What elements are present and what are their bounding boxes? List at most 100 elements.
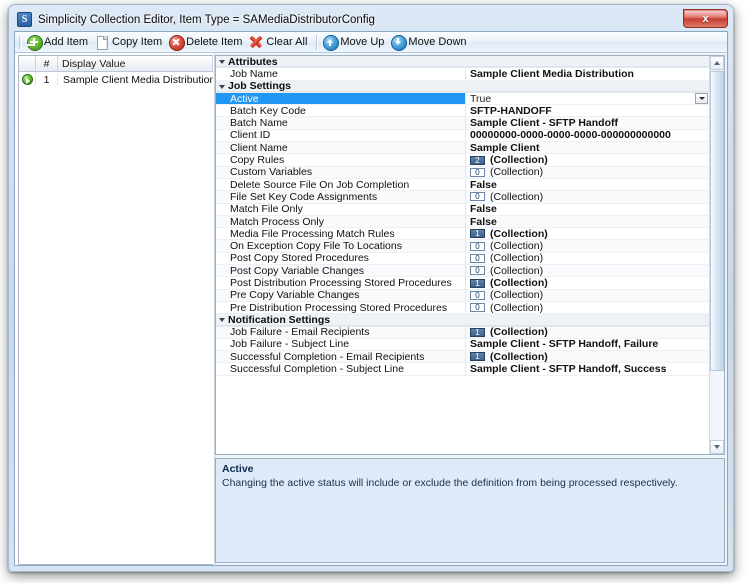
property-value[interactable]: False bbox=[466, 204, 709, 215]
property-value[interactable]: Sample Client bbox=[466, 142, 709, 153]
property-row[interactable]: Successful Completion - Subject Line Samp… bbox=[216, 363, 709, 376]
property-row[interactable]: Client Name Sample Client bbox=[216, 142, 709, 155]
property-value[interactable]: 0 (Collection) bbox=[466, 191, 709, 203]
clear-all-button[interactable]: Clear All bbox=[247, 33, 312, 52]
collection-value[interactable]: 1 (Collection) bbox=[470, 327, 548, 338]
move-up-button[interactable]: Move Up bbox=[321, 33, 389, 52]
property-row[interactable]: Match Process Only False bbox=[216, 215, 709, 229]
copy-item-button[interactable]: Copy Item bbox=[93, 33, 167, 52]
collection-value[interactable]: 0 (Collection) bbox=[470, 265, 543, 276]
property-value[interactable]: 0 (Collection) bbox=[466, 240, 709, 252]
property-value[interactable]: False bbox=[466, 179, 709, 190]
property-row[interactable]: Post Copy Variable Changes 0 (Collection) bbox=[216, 265, 709, 278]
property-row[interactable]: Active True bbox=[216, 92, 709, 106]
property-row[interactable]: Match File Only False bbox=[216, 203, 709, 216]
property-pane: Attributes Job Name Sample Client Media Di… bbox=[215, 53, 727, 565]
property-value[interactable]: Sample Client - SFTP Handoff, Success bbox=[466, 363, 709, 374]
property-row[interactable]: Client ID 00000000-0000-0000-0000-0000000… bbox=[216, 129, 709, 143]
property-name: Match File Only bbox=[216, 203, 466, 215]
close-button[interactable]: x bbox=[683, 9, 728, 28]
property-value-text: SFTP-HANDOFF bbox=[470, 105, 552, 117]
column-header-number[interactable]: # bbox=[36, 56, 58, 71]
collection-value[interactable]: 0 (Collection) bbox=[470, 167, 543, 178]
category-collapse-triangle-icon[interactable] bbox=[216, 84, 228, 89]
collection-value[interactable]: 1 (Collection) bbox=[470, 351, 548, 362]
collection-value[interactable]: 0 (Collection) bbox=[470, 191, 543, 203]
collection-count-badge: 0 bbox=[470, 167, 485, 177]
property-value[interactable]: False bbox=[466, 216, 709, 227]
row-selector-cell[interactable] bbox=[19, 72, 36, 87]
row-display-value: Sample Client Media Distribution bbox=[63, 73, 213, 86]
property-category-row[interactable]: Job Settings bbox=[216, 80, 709, 93]
property-value[interactable]: 1 (Collection) bbox=[466, 277, 709, 289]
property-row[interactable]: Job Name Sample Client Media Distribution bbox=[216, 68, 709, 81]
property-row[interactable]: Copy Rules 2 (Collection) bbox=[216, 154, 709, 167]
property-value[interactable]: 00000000-0000-0000-0000-000000000000 bbox=[466, 130, 709, 141]
property-name: Batch Name bbox=[216, 117, 466, 129]
property-name: On Exception Copy File To Locations bbox=[216, 240, 466, 252]
property-row[interactable]: Custom Variables 0 (Collection) bbox=[216, 166, 709, 179]
collection-value[interactable]: 0 (Collection) bbox=[470, 290, 543, 301]
delete-item-button[interactable]: Delete Item bbox=[167, 33, 247, 52]
property-value[interactable]: 0 (Collection) bbox=[466, 290, 709, 301]
collection-count-badge: 0 bbox=[470, 253, 485, 263]
title-bar[interactable]: S Simplicity Collection Editor, Item Typ… bbox=[12, 8, 730, 31]
property-value-text: 00000000-0000-0000-0000-000000000000 bbox=[470, 129, 671, 142]
property-name: Client ID bbox=[216, 129, 466, 142]
property-value[interactable]: Sample Client - SFTP Handoff, Failure bbox=[466, 339, 709, 350]
property-row[interactable]: File Set Key Code Assignments 0 (Collectio… bbox=[216, 191, 709, 204]
category-collapse-triangle-icon[interactable] bbox=[216, 317, 228, 322]
property-value[interactable]: SFTP-HANDOFF bbox=[466, 105, 709, 116]
property-value[interactable]: Sample Client - SFTP Handoff bbox=[466, 117, 709, 128]
property-grid[interactable]: Attributes Job Name Sample Client Media Di… bbox=[216, 56, 709, 454]
property-value[interactable]: Sample Client Media Distribution bbox=[466, 68, 709, 79]
collection-value[interactable]: 1 (Collection) bbox=[470, 277, 548, 289]
property-row[interactable]: Successful Completion - Email Recipients… bbox=[216, 351, 709, 364]
property-row[interactable]: Pre Copy Variable Changes 0 (Collection) bbox=[216, 289, 709, 302]
property-row[interactable]: Job Failure - Email Recipients 1 (Collecti… bbox=[216, 326, 709, 339]
move-down-button[interactable]: Move Down bbox=[389, 33, 471, 52]
property-value[interactable]: True bbox=[466, 92, 709, 105]
items-grid-header: # Display Value bbox=[19, 56, 213, 72]
property-value[interactable]: 1 (Collection) bbox=[466, 228, 709, 239]
collection-value[interactable]: 1 (Collection) bbox=[470, 228, 548, 239]
property-row[interactable]: Pre Distribution Processing Stored Proce… bbox=[216, 301, 709, 315]
collection-value[interactable]: 2 (Collection) bbox=[470, 154, 548, 166]
column-header-display-value[interactable]: Display Value bbox=[58, 56, 213, 71]
property-row[interactable]: Batch Key Code SFTP-HANDOFF bbox=[216, 105, 709, 118]
scrollbar-thumb[interactable] bbox=[710, 71, 724, 371]
scrollbar-down-button[interactable] bbox=[710, 440, 724, 454]
collection-value[interactable]: 0 (Collection) bbox=[470, 240, 543, 252]
category-collapse-triangle-icon[interactable] bbox=[216, 59, 228, 64]
property-value[interactable]: 1 (Collection) bbox=[466, 327, 709, 338]
property-value[interactable]: 0 (Collection) bbox=[466, 167, 709, 178]
property-value[interactable]: 0 (Collection) bbox=[466, 302, 709, 313]
scrollbar-up-button[interactable] bbox=[710, 56, 724, 70]
collection-value[interactable]: 0 (Collection) bbox=[470, 302, 543, 313]
property-category-row[interactable]: Attributes bbox=[216, 56, 709, 69]
move-up-label: Move Up bbox=[340, 36, 385, 48]
close-icon: x bbox=[702, 12, 709, 25]
items-grid[interactable]: # Display Value 1 Sample Client Media Dis… bbox=[18, 55, 213, 565]
chevron-down-icon[interactable] bbox=[695, 93, 708, 105]
property-row[interactable]: Job Failure - Subject Line Sample Client … bbox=[216, 338, 709, 352]
property-row[interactable]: Post Copy Stored Procedures 0 (Collection) bbox=[216, 252, 709, 266]
clear-all-label: Clear All bbox=[266, 36, 308, 48]
item-row[interactable]: 1 Sample Client Media Distribution bbox=[19, 72, 213, 87]
property-category-row[interactable]: Notification Settings bbox=[216, 314, 709, 327]
property-value[interactable]: 0 (Collection) bbox=[466, 265, 709, 276]
property-row[interactable]: Delete Source File On Job Completion Fals… bbox=[216, 178, 709, 192]
property-name: Client Name bbox=[216, 142, 466, 154]
property-value[interactable]: 0 (Collection) bbox=[466, 253, 709, 264]
add-item-button[interactable]: Add Item bbox=[25, 33, 93, 52]
property-row[interactable]: Post Distribution Processing Stored Proc… bbox=[216, 277, 709, 290]
property-row[interactable]: On Exception Copy File To Locations 0 (Col… bbox=[216, 240, 709, 253]
column-header-selector[interactable] bbox=[19, 56, 36, 71]
property-value[interactable]: 1 (Collection) bbox=[466, 351, 709, 362]
clear-all-icon bbox=[249, 35, 263, 49]
collection-value[interactable]: 0 (Collection) bbox=[470, 253, 543, 264]
property-row[interactable]: Batch Name Sample Client - SFTP Handoff bbox=[216, 117, 709, 130]
property-grid-scrollbar[interactable] bbox=[709, 56, 724, 454]
property-value[interactable]: 2 (Collection) bbox=[466, 154, 709, 166]
property-row[interactable]: Media File Processing Match Rules 1 (Colle… bbox=[216, 228, 709, 241]
